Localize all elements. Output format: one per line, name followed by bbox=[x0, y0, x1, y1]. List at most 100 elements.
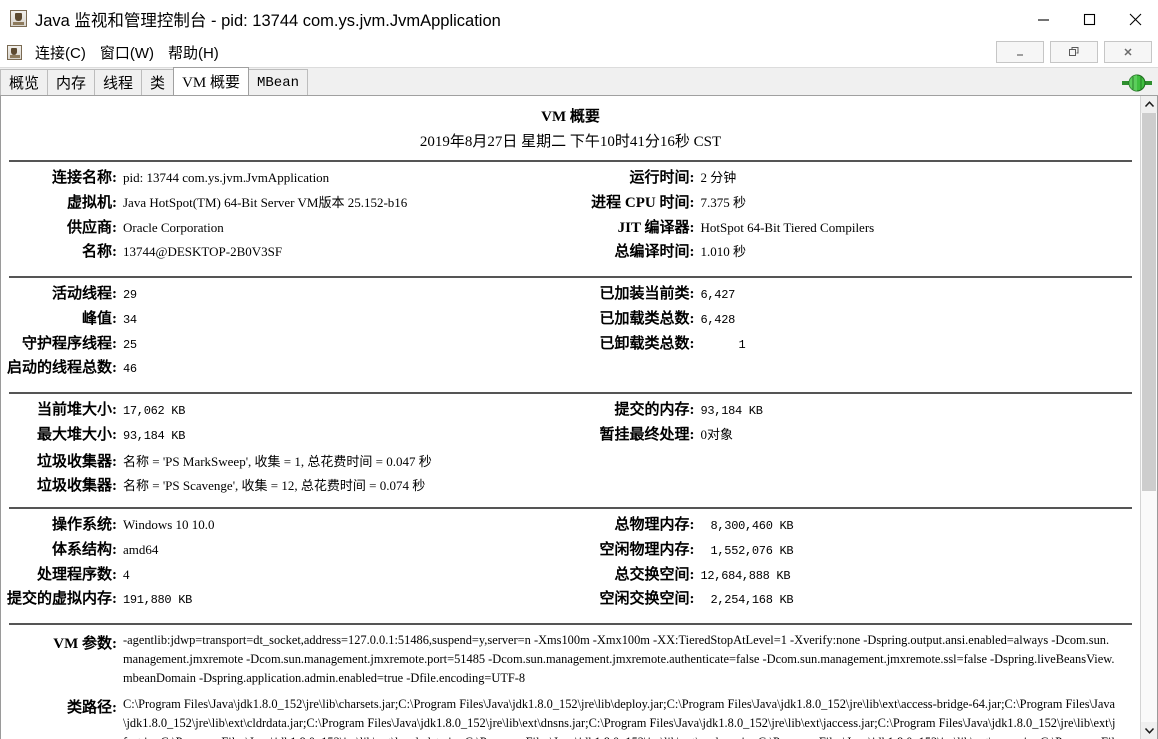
chevron-down-icon[interactable] bbox=[1141, 722, 1157, 739]
label-connection-name: 连接名称: bbox=[52, 170, 117, 186]
label-live-threads: 活动线程: bbox=[52, 286, 117, 302]
menu-item-connection[interactable]: 连接(C) bbox=[29, 40, 92, 65]
value-virtual-machine: Java HotSpot(TM) 64-Bit Server VM版本 25.1… bbox=[123, 194, 408, 210]
label-free-swap-space: 空闲交换空间: bbox=[599, 591, 695, 608]
row-total-physical-memory: 总物理内存: 8,300,460 KB bbox=[571, 515, 1141, 537]
row-processor-count: 处理程序数: 4 bbox=[1, 565, 571, 587]
menu-item-window[interactable]: 窗口(W) bbox=[94, 40, 160, 65]
section-os-right: 总物理内存: 8,300,460 KB 空闲物理内存: 1,552,076 KB… bbox=[571, 509, 1141, 614]
label-garbage-collector: 垃圾收集器: bbox=[37, 453, 117, 470]
internal-frame-close-button[interactable] bbox=[1104, 41, 1152, 63]
tab-mbean[interactable]: MBean bbox=[247, 69, 308, 95]
tab-classes[interactable]: 类 bbox=[141, 69, 175, 95]
tab-bar: 概览 内存 线程 类 VM 概要 MBean bbox=[0, 67, 1158, 96]
section-memory: 当前堆大小: 17,062 KB 最大堆大小: 93,184 KB 提交的内存:… bbox=[1, 394, 1140, 450]
row-free-swap-space: 空闲交换空间: 2,254,168 KB bbox=[571, 589, 1141, 611]
value-total-physical-memory: 8,300,460 KB bbox=[710, 519, 794, 533]
section-heap-right: 提交的内存: 93,184 KB 暂挂最终处理: 0对象 bbox=[571, 394, 1141, 450]
window-minimize-button[interactable] bbox=[1020, 0, 1066, 38]
label-total-swap-space: 总交换空间: bbox=[614, 566, 695, 583]
row-jit-compiler: JIT 编译器: HotSpot 64-Bit Tiered Compilers bbox=[571, 218, 1141, 240]
label-total-threads-started: 启动的线程总数: bbox=[7, 360, 117, 377]
tab-overview[interactable]: 概览 bbox=[0, 69, 49, 95]
section-threads: 活动线程: 29 峰值: 34 守护程序线程: 25 启动的线程总数: 46 bbox=[1, 278, 571, 383]
label-total-physical-memory: 总物理内存: bbox=[614, 517, 695, 533]
value-total-threads-started: 46 bbox=[123, 362, 137, 377]
value-garbage-collector-marksweep: 名称 = 'PS MarkSweep', 收集 = 1, 总花费时间 = 0.0… bbox=[123, 453, 432, 469]
tab-vm-summary[interactable]: VM 概要 bbox=[173, 67, 249, 95]
window-maximize-button[interactable] bbox=[1066, 0, 1112, 38]
page-title: VM 概要 bbox=[541, 109, 600, 125]
window-close-button[interactable] bbox=[1112, 0, 1158, 38]
row-vendor: 供应商: Oracle Corporation bbox=[1, 218, 571, 240]
internal-frame-minimize-button[interactable] bbox=[996, 41, 1044, 63]
internal-frame-controls bbox=[996, 41, 1152, 63]
label-virtual-machine: 虚拟机: bbox=[67, 194, 117, 211]
value-current-heap-size: 17,062 KB bbox=[123, 404, 186, 418]
value-name: 13744@DESKTOP-2B0V3SF bbox=[123, 244, 283, 260]
label-operating-system: 操作系统: bbox=[52, 517, 117, 533]
window-controls bbox=[1020, 0, 1158, 38]
connected-green-icon bbox=[1122, 74, 1152, 92]
value-peak-threads: 34 bbox=[123, 312, 137, 327]
vertical-scrollbar[interactable] bbox=[1140, 96, 1157, 739]
value-current-classes-loaded: 6,427 bbox=[700, 288, 736, 302]
row-max-heap-size: 最大堆大小: 93,184 KB bbox=[1, 425, 571, 447]
value-class-path: C:\Program Files\Java\jdk1.8.0_152\jre\l… bbox=[123, 696, 1116, 739]
row-current-heap-size: 当前堆大小: 17,062 KB bbox=[1, 400, 571, 422]
row-total-compile-time: 总编译时间: 1.010 秒 bbox=[571, 242, 1141, 264]
section-connection-left: 连接名称: pid: 13744 com.ys.jvm.JvmApplicati… bbox=[1, 162, 571, 267]
label-free-physical-memory: 空闲物理内存: bbox=[599, 541, 695, 558]
row-uptime: 运行时间: 2 分钟 bbox=[571, 168, 1141, 190]
label-vm-arguments: VM 参数: bbox=[53, 636, 117, 652]
row-class-path: 类路径: C:\Program Files\Java\jdk1.8.0_152\… bbox=[1, 695, 1140, 739]
tab-threads[interactable]: 线程 bbox=[94, 69, 143, 95]
value-total-classes-unloaded: 1 bbox=[738, 337, 746, 352]
value-free-physical-memory: 1,552,076 KB bbox=[710, 543, 794, 558]
value-committed-memory: 93,184 KB bbox=[700, 404, 763, 418]
section-threads-classes: 活动线程: 29 峰值: 34 守护程序线程: 25 启动的线程总数: 46 已… bbox=[1, 278, 1140, 383]
label-name: 名称: bbox=[82, 244, 117, 261]
row-total-swap-space: 总交换空间: 12,684,888 KB bbox=[571, 565, 1141, 587]
menu-item-help[interactable]: 帮助(H) bbox=[162, 40, 225, 65]
label-processor-count: 处理程序数: bbox=[37, 566, 117, 583]
vm-summary-document: VM 概要 2019年8月27日 星期二 下午10时41分16秒 CST 连接名… bbox=[1, 96, 1140, 739]
value-daemon-threads: 25 bbox=[123, 337, 137, 352]
row-daemon-threads: 守护程序线程: 25 bbox=[1, 334, 571, 356]
value-garbage-collector-scavenge: 名称 = 'PS Scavenge', 收集 = 12, 总花费时间 = 0.0… bbox=[123, 478, 426, 494]
label-pending-finalization: 暂挂最终处理: bbox=[599, 426, 695, 443]
section-connection-right: 运行时间: 2 分钟 进程 CPU 时间: 7.375 秒 JIT 编译器: H… bbox=[571, 162, 1141, 267]
tab-memory[interactable]: 内存 bbox=[47, 69, 96, 95]
label-committed-virtual-memory: 提交的虚拟内存: bbox=[7, 591, 117, 608]
value-total-swap-space: 12,684,888 KB bbox=[700, 568, 791, 583]
label-peak-threads: 峰值: bbox=[82, 310, 117, 327]
row-free-physical-memory: 空闲物理内存: 1,552,076 KB bbox=[571, 540, 1141, 562]
value-operating-system: Windows 10 10.0 bbox=[123, 517, 215, 532]
row-garbage-collector: 垃圾收集器: 名称 = 'PS MarkSweep', 收集 = 1, 总花费时… bbox=[1, 452, 1140, 474]
value-total-classes-loaded: 6,428 bbox=[700, 312, 736, 327]
label-daemon-threads: 守护程序线程: bbox=[22, 335, 117, 352]
menu-bar: 连接(C) 窗口(W) 帮助(H) bbox=[0, 38, 1158, 68]
label-total-classes-loaded: 已加载类总数: bbox=[599, 310, 695, 327]
row-total-classes-unloaded: 已卸载类总数: 1 bbox=[571, 334, 1141, 356]
value-committed-virtual-memory: 191,880 KB bbox=[123, 593, 193, 608]
label-total-compile-time: 总编译时间: bbox=[614, 244, 695, 261]
vm-summary-panel: VM 概要 2019年8月27日 星期二 下午10时41分16秒 CST 连接名… bbox=[0, 96, 1158, 739]
row-name: 名称: 13744@DESKTOP-2B0V3SF bbox=[1, 242, 571, 264]
value-connection-name: pid: 13744 com.ys.jvm.JvmApplication bbox=[123, 170, 330, 185]
label-garbage-collector: 垃圾收集器: bbox=[37, 478, 117, 495]
row-pending-finalization: 暂挂最终处理: 0对象 bbox=[571, 425, 1141, 447]
row-virtual-machine: 虚拟机: Java HotSpot(TM) 64-Bit Server VM版本… bbox=[1, 193, 571, 215]
internal-frame-restore-button[interactable] bbox=[1050, 41, 1098, 63]
row-vm-arguments: VM 参数: -agentlib:jdwp=transport=dt_socke… bbox=[1, 631, 1140, 689]
chevron-up-icon[interactable] bbox=[1141, 96, 1157, 113]
scrollbar-thumb[interactable] bbox=[1142, 113, 1156, 491]
label-uptime: 运行时间: bbox=[629, 170, 695, 186]
label-jit-compiler: JIT 编译器: bbox=[617, 219, 695, 236]
scrollbar-track[interactable] bbox=[1141, 113, 1157, 722]
value-vm-arguments: -agentlib:jdwp=transport=dt_socket,addre… bbox=[123, 633, 1115, 686]
summary-timestamp: 2019年8月27日 星期二 下午10时41分16秒 CST bbox=[419, 134, 722, 150]
value-max-heap-size: 93,184 KB bbox=[123, 428, 186, 443]
row-peak-threads: 峰值: 34 bbox=[1, 309, 571, 331]
row-process-cpu-time: 进程 CPU 时间: 7.375 秒 bbox=[571, 193, 1141, 215]
